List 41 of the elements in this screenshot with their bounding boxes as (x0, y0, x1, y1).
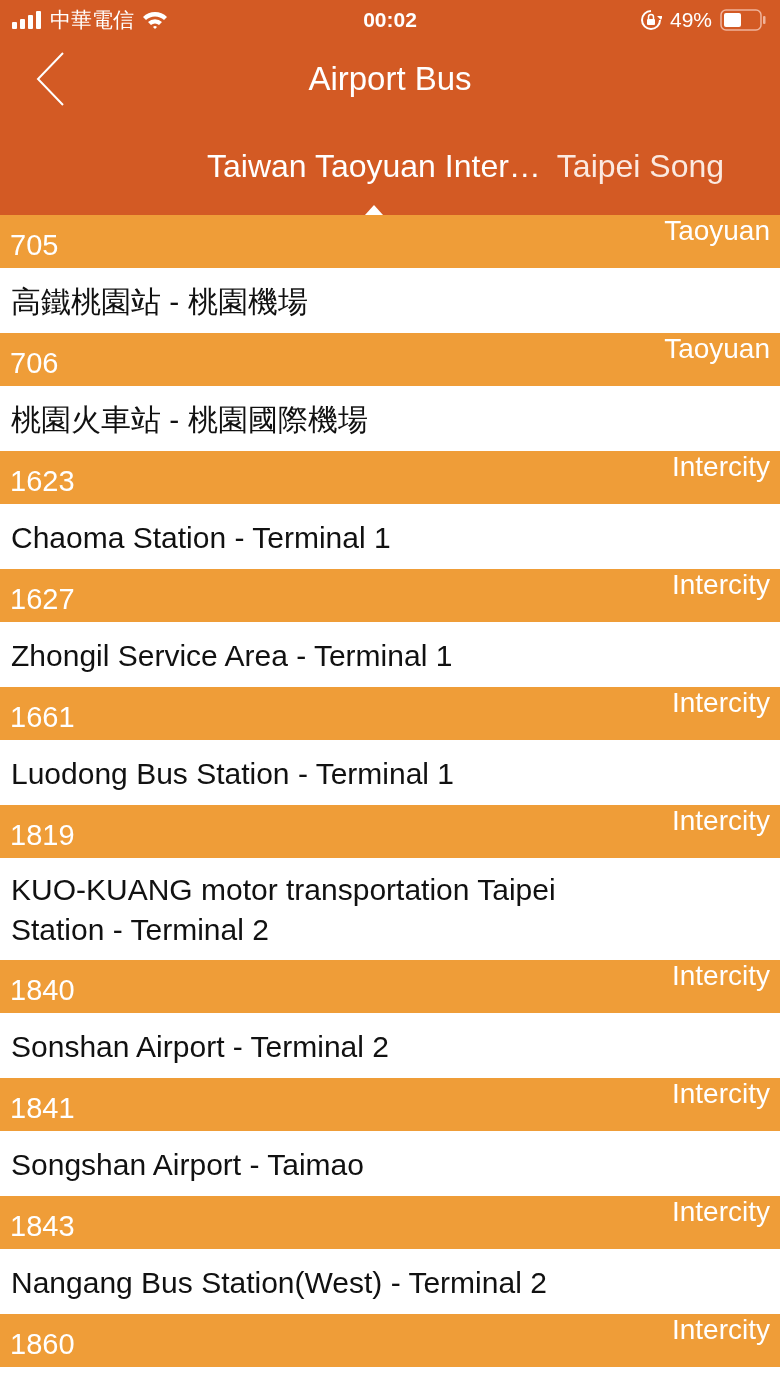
route-number: 705 (10, 231, 59, 260)
route-item[interactable]: Luodong Bus Station - Terminal 1 (0, 740, 780, 805)
route-number: 1843 (10, 1212, 75, 1241)
triangle-icon (364, 205, 383, 215)
route-item[interactable]: Nangang Bus Station(West) - Terminal 2 (0, 1249, 780, 1314)
route-item[interactable]: 高鐵桃園站 - 桃園機場 (0, 268, 780, 333)
rotation-lock-icon (639, 9, 662, 31)
back-button[interactable] (36, 52, 66, 106)
route-item[interactable]: Chaoma Station - Terminal 1 (0, 504, 780, 569)
wifi-icon (142, 10, 168, 30)
route-number: 1860 (10, 1330, 75, 1359)
route-item[interactable]: Sonshan Airport - Terminal 2 (0, 1013, 780, 1078)
chevron-left-icon (36, 52, 66, 106)
battery-percent: 49% (669, 8, 712, 32)
route-number: 1841 (10, 1094, 75, 1123)
route-number: 1661 (10, 703, 75, 732)
route-item[interactable]: 桃園火車站 - 桃園國際機場 (0, 386, 780, 451)
route-number: 1840 (10, 976, 75, 1005)
route-category: Intercity (671, 571, 770, 599)
status-time: 00:02 (363, 8, 417, 32)
route-category: Intercity (671, 689, 770, 717)
battery-icon (720, 9, 766, 31)
signal-icon (12, 11, 42, 29)
route-number: 1627 (10, 585, 75, 614)
route-category: Intercity (671, 453, 770, 481)
route-item[interactable]: KUO-KUANG motor transportation Taipei Station - Terminal 2 (0, 858, 780, 960)
category-tab[interactable]: Taiwan Taoyuan Inter… (207, 118, 541, 215)
route-category: Intercity (671, 1198, 770, 1226)
route-category: Intercity (671, 807, 770, 835)
route-category: Intercity (671, 1080, 770, 1108)
route-item[interactable]: Zhongil Service Area - Terminal 1 (0, 622, 780, 687)
route-category: Intercity (671, 1316, 770, 1344)
carrier-name: 中華電信 (50, 7, 134, 33)
route-item[interactable]: Songshan Airport - Taimao (0, 1131, 780, 1196)
route-category: Intercity (671, 962, 770, 990)
route-number: 1819 (10, 821, 75, 850)
route-category: Taoyuan (664, 335, 770, 363)
page-title: Airport Bus (308, 60, 472, 98)
route-number: 1623 (10, 467, 75, 496)
route-number: 706 (10, 349, 59, 378)
route-category: Taoyuan (664, 217, 770, 245)
